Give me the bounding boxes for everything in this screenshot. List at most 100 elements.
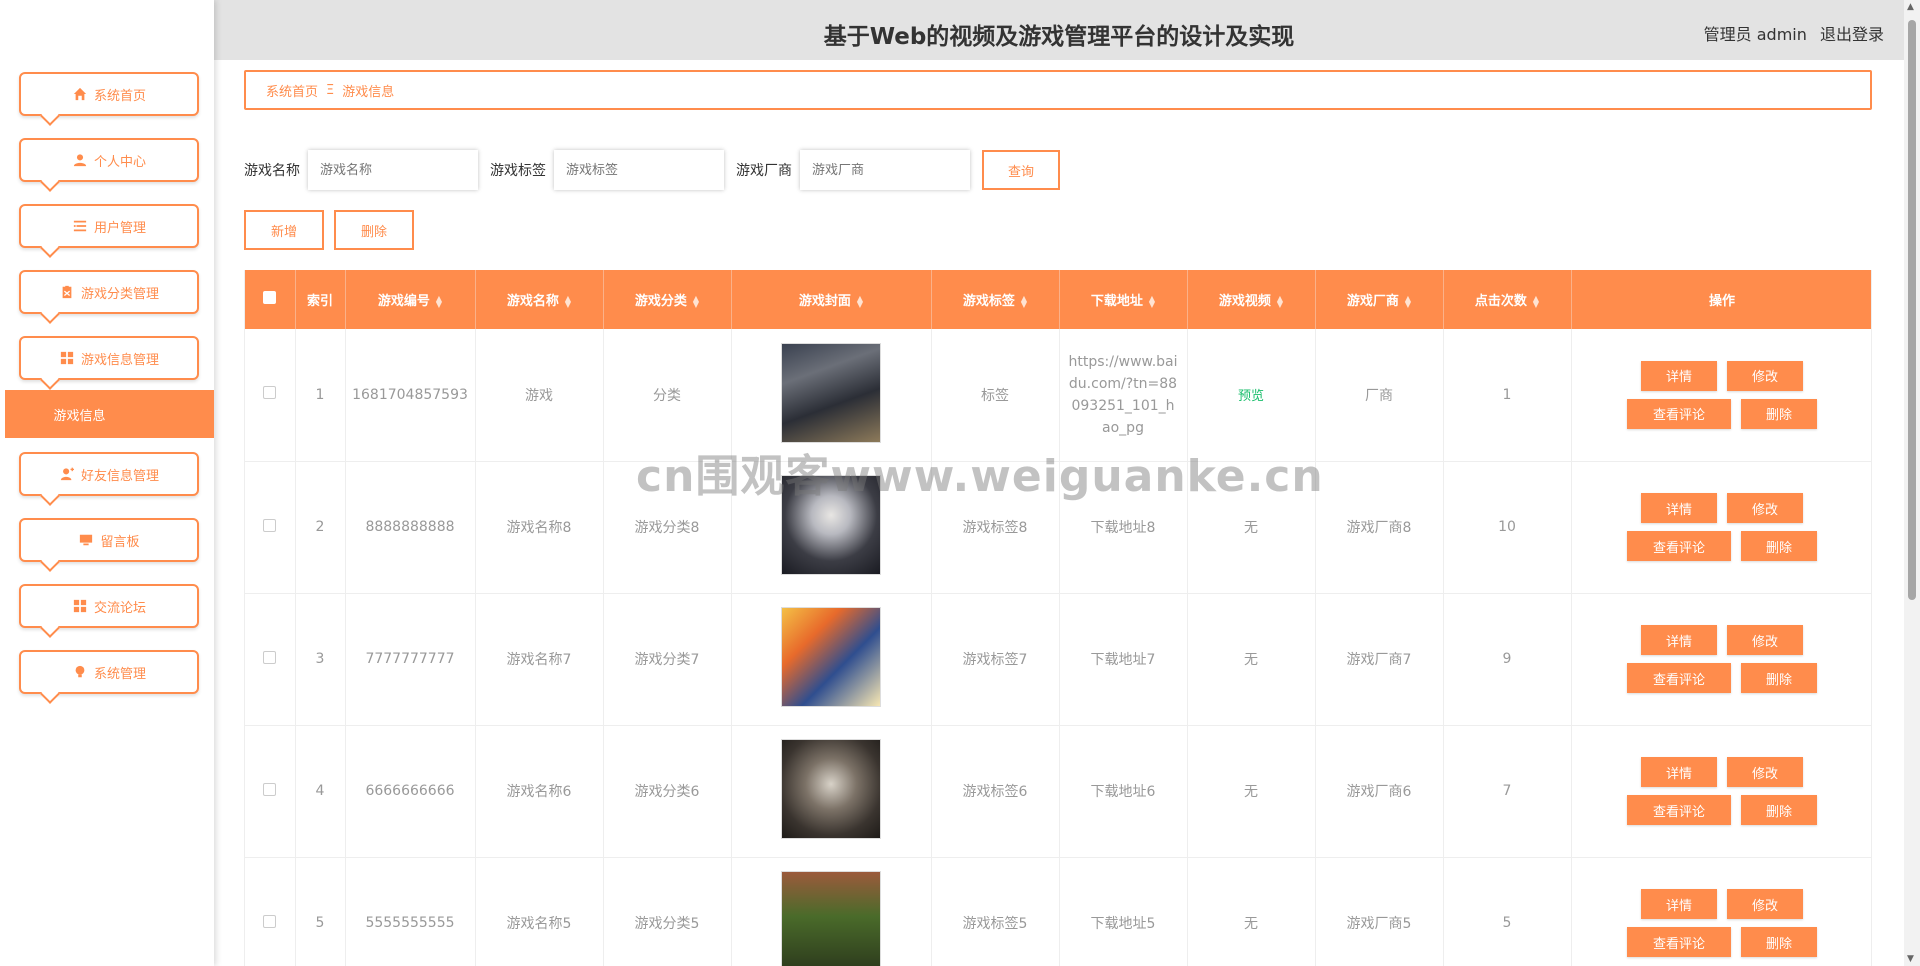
sort-icon[interactable]: ▲ ▼ <box>1021 294 1027 308</box>
view-comments-button[interactable]: 查看评论 <box>1627 531 1731 561</box>
cell-category: 游戏分类7 <box>603 593 732 725</box>
cell-index: 4 <box>295 725 346 857</box>
row-checkbox[interactable] <box>263 386 277 400</box>
cell-name: 游戏名称6 <box>475 725 604 857</box>
col-vendor[interactable]: 游戏厂商 ▲ ▼ <box>1315 270 1444 329</box>
game-name-input[interactable] <box>308 150 478 190</box>
col-header-label: 游戏封面 <box>798 294 851 309</box>
row-delete-button[interactable]: 删除 <box>1741 531 1817 561</box>
col-index: 索引 <box>295 270 346 329</box>
sidebar-item-home[interactable]: 系统首页 <box>19 72 199 116</box>
table-row: 5 5555555555 游戏名称5 游戏分类5 游戏标签5 下载地址5 无 游… <box>245 857 1871 966</box>
detail-button[interactable]: 详情 <box>1641 360 1717 391</box>
scroll-up-icon[interactable]: ▲ <box>1907 2 1914 12</box>
col-url[interactable]: 下载地址 ▲ ▼ <box>1059 270 1188 329</box>
view-comments-button[interactable]: 查看评论 <box>1627 663 1731 693</box>
search-tag-group: 游戏标签 <box>490 150 724 190</box>
cell-code: 7777777777 <box>345 593 476 725</box>
logout-link[interactable]: 退出登录 <box>1820 25 1884 44</box>
breadcrumb-home[interactable]: 系统首页 <box>266 81 318 100</box>
sort-icon[interactable]: ▲ ▼ <box>436 294 442 308</box>
sidebar-item-friends[interactable]: 好友信息管理 <box>19 452 199 496</box>
col-header-label: 游戏标签 <box>962 294 1015 309</box>
detail-button[interactable]: 详情 <box>1641 757 1717 787</box>
edit-button[interactable]: 修改 <box>1727 493 1803 523</box>
row-checkbox[interactable] <box>263 782 277 796</box>
edit-button[interactable]: 修改 <box>1727 625 1803 655</box>
row-delete-button[interactable]: 删除 <box>1741 795 1817 825</box>
sort-icon[interactable]: ▲ ▼ <box>1405 294 1411 308</box>
query-button[interactable]: 查询 <box>982 150 1060 190</box>
select-all-checkbox[interactable] <box>263 291 277 304</box>
col-category[interactable]: 游戏分类 ▲ ▼ <box>603 270 732 329</box>
cell-index: 3 <box>295 593 346 725</box>
watermark: cn围观客www.weiguanke.cn <box>636 451 1324 502</box>
cell-tag: 游戏标签7 <box>931 593 1060 725</box>
row-delete-button[interactable]: 删除 <box>1741 927 1817 957</box>
sidebar-item-profile[interactable]: 个人中心 <box>19 138 199 182</box>
sort-icon[interactable]: ▲ ▼ <box>1277 294 1283 308</box>
sidebar-subitem-game-info[interactable]: 游戏信息 <box>5 390 214 438</box>
view-comments-button[interactable]: 查看评论 <box>1627 795 1731 825</box>
sort-icon[interactable]: ▲ ▼ <box>1533 294 1539 308</box>
bulk-delete-button[interactable]: 删除 <box>334 210 414 250</box>
col-clicks[interactable]: 点击次数 ▲ ▼ <box>1443 270 1572 329</box>
row-checkbox[interactable] <box>263 650 277 664</box>
game-vendor-input[interactable] <box>800 150 970 190</box>
sidebar-item-game-category[interactable]: 游戏分类管理 <box>19 270 199 314</box>
scrollbar-thumb[interactable] <box>1908 20 1916 600</box>
home-icon <box>72 86 88 102</box>
sort-icon[interactable]: ▲ ▼ <box>1149 294 1155 308</box>
col-cover[interactable]: 游戏封面 ▲ ▼ <box>731 270 932 329</box>
game-tag-input[interactable] <box>554 150 724 190</box>
row-delete-button[interactable]: 删除 <box>1741 663 1817 693</box>
col-video[interactable]: 游戏视频 ▲ ▼ <box>1187 270 1316 329</box>
view-comments-button[interactable]: 查看评论 <box>1627 927 1731 957</box>
row-select-cell <box>245 329 296 461</box>
page-scrollbar[interactable]: ▲ ▼ <box>1904 0 1920 966</box>
sidebar-item-label: 用户管理 <box>93 220 146 236</box>
search-tag-label: 游戏标签 <box>490 163 546 179</box>
detail-button[interactable]: 详情 <box>1641 625 1717 655</box>
search-vendor-label: 游戏厂商 <box>736 163 792 179</box>
cell-name: 游戏名称7 <box>475 593 604 725</box>
sidebar-item-guestbook[interactable]: 留言板 <box>19 518 199 562</box>
detail-button[interactable]: 详情 <box>1641 889 1717 919</box>
game-table: 索引 游戏编号 ▲ ▼ 游戏名称 ▲ ▼ 游戏分类 ▲ ▼ 游戏封面 ▲ ▼ 游戏标签 ▲ ▼ 下载… <box>244 270 1872 966</box>
add-button[interactable]: 新增 <box>244 210 324 250</box>
video-preview-link[interactable]: 预览 <box>1238 389 1264 404</box>
edit-button[interactable]: 修改 <box>1727 360 1803 391</box>
sort-icon[interactable]: ▲ ▼ <box>693 294 699 308</box>
sidebar-item-forum[interactable]: 交流论坛 <box>19 584 199 628</box>
view-comments-button[interactable]: 查看评论 <box>1627 398 1731 429</box>
row-select-cell <box>245 857 296 966</box>
row-checkbox[interactable] <box>263 914 277 928</box>
cell-name: 游戏名称8 <box>475 461 604 593</box>
row-delete-button[interactable]: 删除 <box>1741 398 1817 429</box>
cell-clicks: 9 <box>1443 593 1572 725</box>
col-tag[interactable]: 游戏标签 ▲ ▼ <box>931 270 1060 329</box>
sidebar-item-label: 交流论坛 <box>93 600 146 616</box>
sort-icon[interactable]: ▲ ▼ <box>857 294 863 308</box>
sidebar: 系统首页 个人中心 用户管理 游戏分类管理 游戏信息管理 游戏信息 好友信息管理… <box>0 0 214 966</box>
cell-url: 下载地址5 <box>1059 857 1188 966</box>
sidebar-item-label: 留言板 <box>100 534 140 550</box>
edit-button[interactable]: 修改 <box>1727 757 1803 787</box>
sidebar-item-system[interactable]: 系统管理 <box>19 650 199 694</box>
table-header-row: 索引 游戏编号 ▲ ▼ 游戏名称 ▲ ▼ 游戏分类 ▲ ▼ 游戏封面 ▲ ▼ 游戏标签 ▲ ▼ 下载… <box>245 270 1871 329</box>
sidebar-item-label: 好友信息管理 <box>80 468 159 484</box>
sidebar-item-users[interactable]: 用户管理 <box>19 204 199 248</box>
sort-icon[interactable]: ▲ ▼ <box>565 294 571 308</box>
col-header-label: 下载地址 <box>1090 294 1143 309</box>
row-checkbox[interactable] <box>263 518 277 532</box>
edit-button[interactable]: 修改 <box>1727 889 1803 919</box>
grid-icon <box>59 350 75 366</box>
col-header-label: 游戏编号 <box>377 294 430 309</box>
cell-name: 游戏 <box>475 329 604 461</box>
detail-button[interactable]: 详情 <box>1641 493 1717 523</box>
col-name[interactable]: 游戏名称 ▲ ▼ <box>475 270 604 329</box>
sidebar-item-game-info[interactable]: 游戏信息管理 <box>19 336 199 380</box>
table-row: 4 6666666666 游戏名称6 游戏分类6 游戏标签6 下载地址6 无 游… <box>245 725 1871 857</box>
col-code[interactable]: 游戏编号 ▲ ▼ <box>345 270 476 329</box>
scroll-down-icon[interactable]: ▼ <box>1907 954 1914 964</box>
